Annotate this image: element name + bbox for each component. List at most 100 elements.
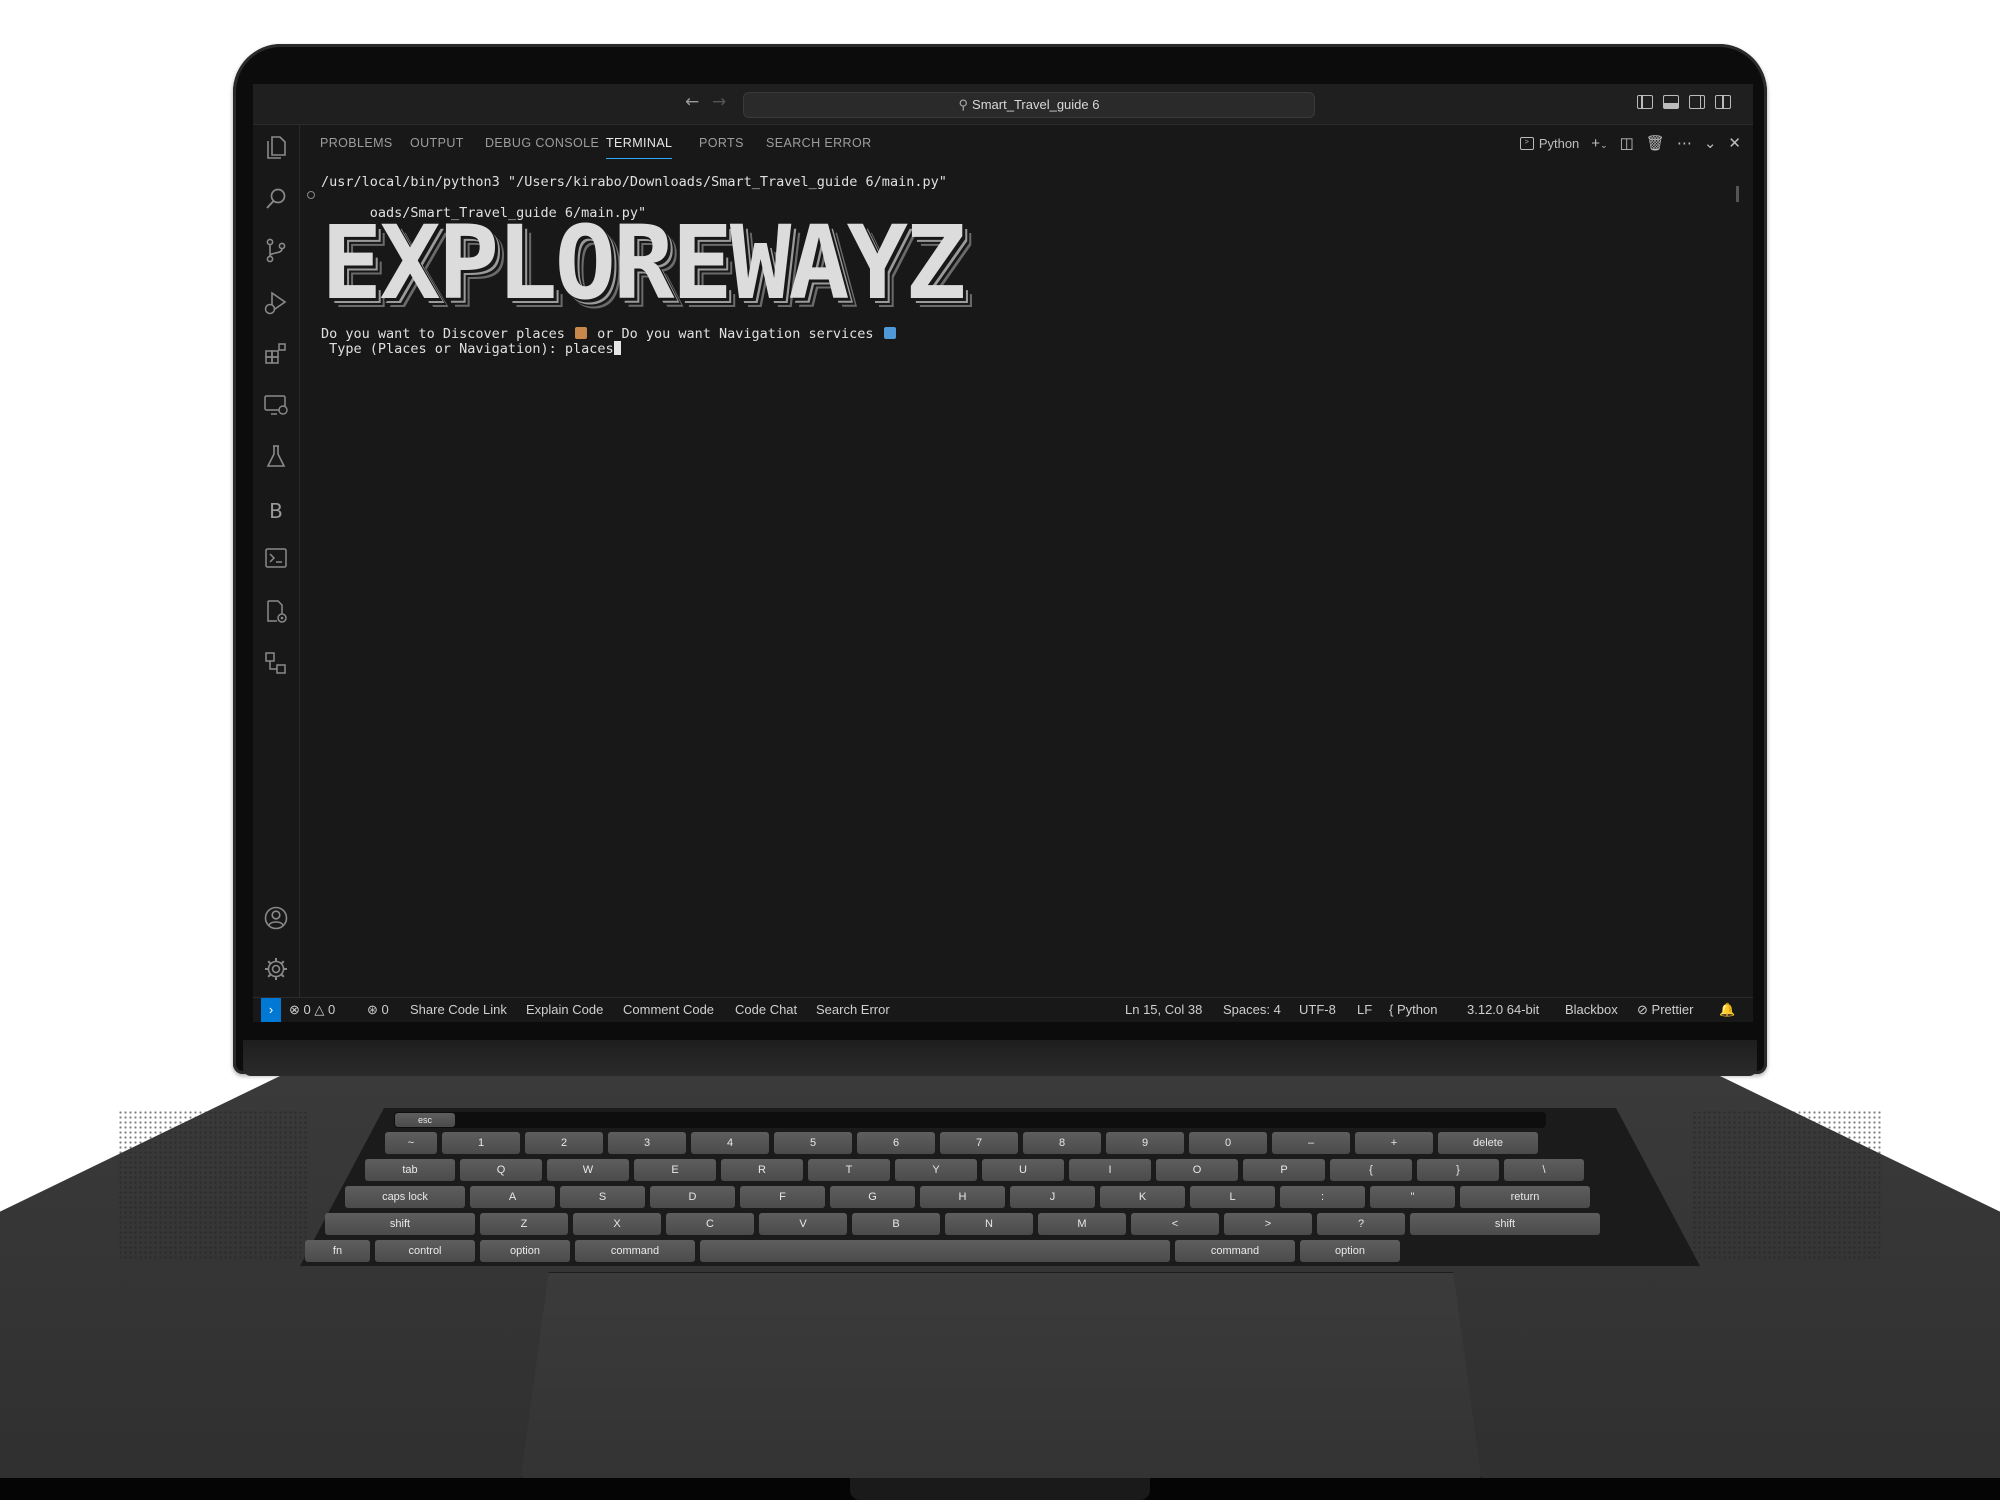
home-row: caps lock A S D F G H J K L: " return: [345, 1186, 1590, 1208]
explain-code-button[interactable]: Explain Code: [526, 998, 603, 1022]
indentation[interactable]: Spaces: 4: [1223, 998, 1281, 1022]
toggle-panel-icon[interactable]: [1663, 95, 1679, 109]
ports-status[interactable]: ⊛ 0: [367, 998, 389, 1022]
keyboard-key: command: [575, 1240, 695, 1262]
keyboard-key: C: [666, 1213, 754, 1235]
split-terminal-icon[interactable]: ◫: [1620, 134, 1634, 152]
language-label: Python: [1396, 1002, 1438, 1017]
search-error-button[interactable]: Search Error: [816, 998, 890, 1022]
tab-output[interactable]: OUTPUT: [410, 125, 464, 161]
accounts-icon[interactable]: [261, 905, 291, 935]
terminal-profile-selector[interactable]: > Python: [1519, 136, 1579, 151]
command-center-label: Smart_Travel_guide 6: [972, 97, 1100, 112]
close-icon[interactable]: ✕: [1728, 134, 1741, 152]
keyboard-key: A: [470, 1186, 555, 1208]
terminal-output[interactable]: /usr/local/bin/python3 "/Users/kirabo/Do…: [307, 174, 1721, 974]
keyboard-key: ": [1370, 1186, 1455, 1208]
blackbox-icon[interactable]: B: [261, 496, 291, 526]
manage-gear-icon[interactable]: [261, 956, 291, 986]
keyboard-key: caps lock: [345, 1186, 465, 1208]
source-control-icon[interactable]: [261, 238, 291, 268]
tab-ports[interactable]: PORTS: [699, 125, 744, 161]
tab-problems[interactable]: PROBLEMS: [320, 125, 393, 161]
error-count: 0: [303, 1002, 311, 1017]
explorer-icon[interactable]: [261, 135, 291, 165]
keyboard-key: H: [920, 1186, 1005, 1208]
keyboard-key: V: [759, 1213, 847, 1235]
comment-code-button[interactable]: Comment Code: [623, 998, 714, 1022]
keyboard-key: J: [1010, 1186, 1095, 1208]
panel-tab-bar: PROBLEMS OUTPUT DEBUG CONSOLE TERMINAL P…: [300, 125, 1753, 161]
keyboard-key: –: [1272, 1132, 1350, 1154]
testing-icon[interactable]: [261, 444, 291, 474]
keyboard-key: }: [1417, 1159, 1499, 1181]
keyboard-key: option: [1300, 1240, 1400, 1262]
keyboard-key: command: [1175, 1240, 1295, 1262]
end-of-line[interactable]: LF: [1357, 998, 1372, 1022]
toggle-primary-sidebar-icon[interactable]: [1637, 95, 1653, 109]
cursor-position[interactable]: Ln 15, Col 38: [1125, 998, 1202, 1022]
keyboard-key: P: [1243, 1159, 1325, 1181]
keyboard-key: I: [1069, 1159, 1151, 1181]
search-icon[interactable]: [261, 187, 291, 217]
prettier-label: Prettier: [1651, 1002, 1694, 1017]
keyboard-key: 7: [940, 1132, 1018, 1154]
prompt-text-b: or Do you want Navigation services: [597, 326, 874, 342]
keyboard-key: shift: [1410, 1213, 1600, 1235]
keyboard-key: S: [560, 1186, 645, 1208]
command-line: /usr/local/bin/python3 "/Users/kirabo/Do…: [321, 174, 947, 190]
command-decoration-icon: [307, 191, 315, 199]
tab-search-error[interactable]: SEARCH ERROR: [766, 125, 872, 161]
problems-status[interactable]: ⊗ 0 △ 0: [289, 998, 335, 1022]
more-actions-icon[interactable]: ⋯: [1677, 134, 1692, 152]
blackbox-status[interactable]: Blackbox: [1565, 998, 1618, 1022]
keyboard-key: [700, 1240, 1170, 1262]
laptop-chin: [243, 1040, 1757, 1076]
keyboard-key: fn: [305, 1240, 370, 1262]
language-mode[interactable]: { Python: [1389, 998, 1437, 1022]
keyboard-key: L: [1190, 1186, 1275, 1208]
keyboard-key: R: [721, 1159, 803, 1181]
number-row: ~1 2 3 4 5 6 7 8 9 0– + delete: [385, 1132, 1538, 1154]
command-center-search[interactable]: ⚲ Smart_Travel_guide 6: [743, 92, 1315, 118]
python-interpreter[interactable]: 3.12.0 64-bit: [1467, 998, 1539, 1022]
right-speaker-grille: [1692, 1110, 1882, 1260]
keyboard-key: W: [547, 1159, 629, 1181]
keyboard-key: 3: [608, 1132, 686, 1154]
notifications-bell-icon[interactable]: 🔔: [1719, 998, 1735, 1022]
forward-arrow-icon[interactable]: →: [712, 92, 726, 112]
tab-debug-console[interactable]: DEBUG CONSOLE: [485, 125, 599, 161]
key-esc: esc: [395, 1113, 455, 1127]
settings-sync-icon[interactable]: [261, 599, 291, 629]
terminal-icon: >: [1519, 136, 1534, 150]
keyboard-key: 8: [1023, 1132, 1101, 1154]
terminal-scrollbar[interactable]: [1736, 186, 1739, 202]
keyboard-key: +: [1355, 1132, 1433, 1154]
prompt-text-a: Do you want to Discover places: [321, 326, 565, 342]
function-row: esc: [395, 1113, 455, 1127]
keyboard-key: tab: [365, 1159, 455, 1181]
keyboard-key: return: [1460, 1186, 1590, 1208]
ascii-banner: EXPLOREWAYZ: [321, 204, 967, 323]
remote-explorer-icon[interactable]: [261, 393, 291, 423]
code-chat-button[interactable]: Code Chat: [735, 998, 797, 1022]
terminal-icon[interactable]: [261, 547, 291, 577]
new-terminal-plus-icon[interactable]: +⌄: [1591, 135, 1607, 152]
customize-layout-icon[interactable]: [1715, 95, 1731, 109]
run-debug-icon[interactable]: [261, 290, 291, 320]
remote-indicator-icon[interactable]: ›: [261, 998, 281, 1022]
activity-bar: B: [253, 125, 300, 997]
extensions-icon[interactable]: [261, 341, 291, 371]
ports-count: 0: [381, 1002, 389, 1017]
diagram-icon[interactable]: [261, 650, 291, 680]
share-code-link-button[interactable]: Share Code Link: [410, 998, 507, 1022]
prompt-input-text: Type (Places or Navigation): places: [321, 341, 614, 357]
keyboard-key: N: [945, 1213, 1033, 1235]
toggle-secondary-sidebar-icon[interactable]: [1689, 95, 1705, 109]
encoding[interactable]: UTF-8: [1299, 998, 1336, 1022]
prettier-status[interactable]: ⊘ Prettier: [1637, 998, 1693, 1022]
chevron-down-icon[interactable]: ⌄: [1704, 134, 1717, 152]
back-arrow-icon[interactable]: ←: [685, 92, 699, 112]
tab-terminal[interactable]: TERMINAL: [606, 125, 673, 161]
trash-icon[interactable]: 🗑: [1646, 134, 1665, 152]
